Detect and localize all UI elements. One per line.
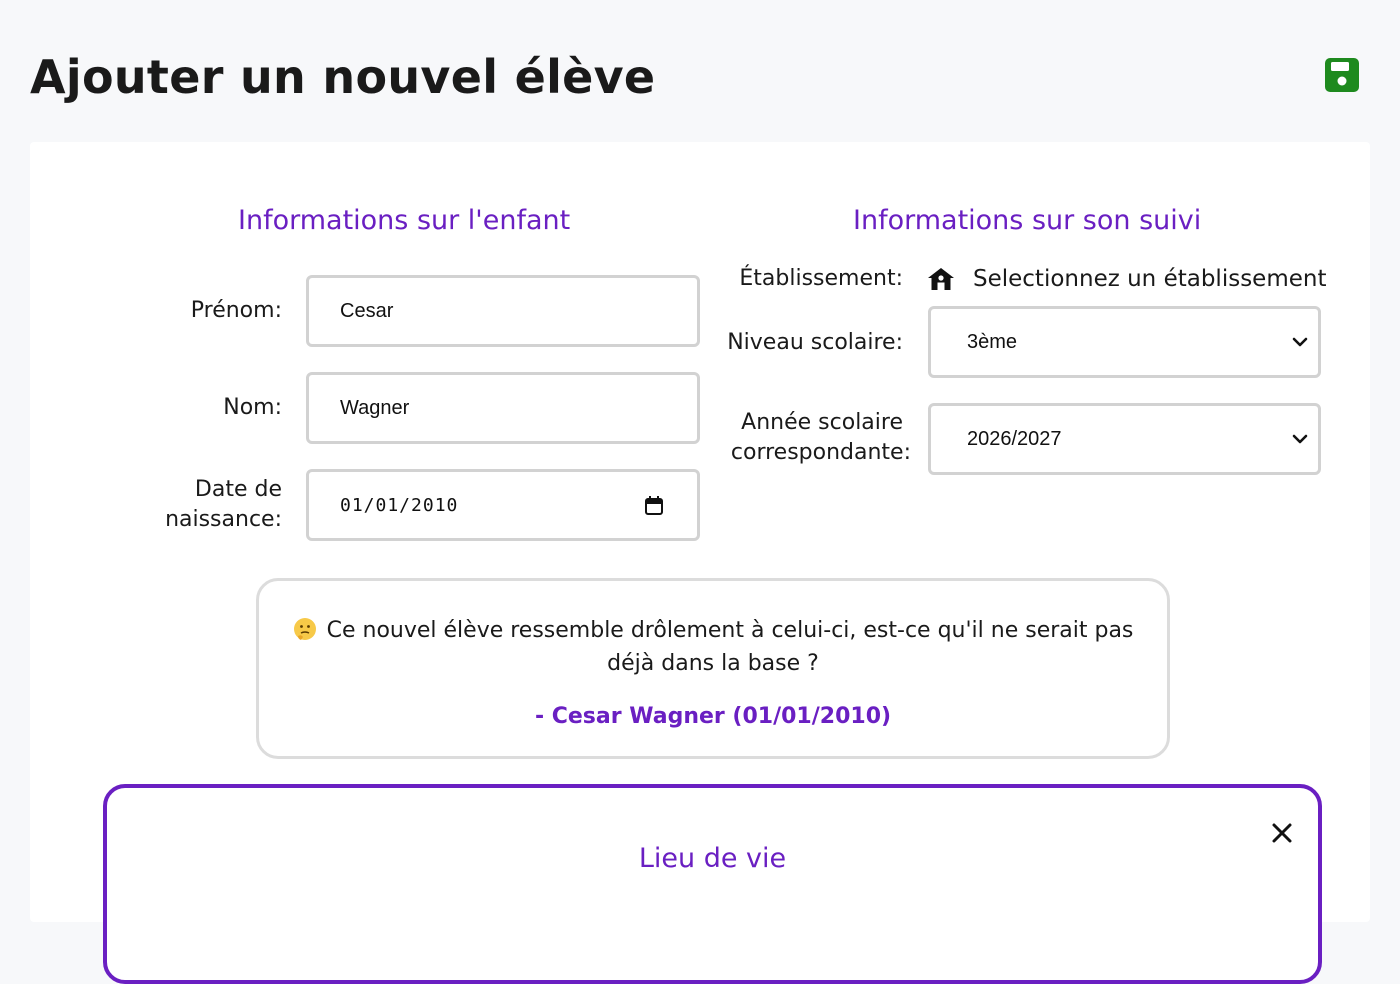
school-selector[interactable]: Selectionnez un établissement (927, 264, 1326, 294)
last-name-input[interactable]: Wagner (306, 372, 700, 444)
birthdate-label-line2: naissance: (165, 507, 282, 532)
lieu-de-vie-panel: Lieu de vie (103, 784, 1322, 984)
thinking-face-icon (293, 618, 316, 640)
child-info-title: Informations sur l'enfant (238, 205, 571, 236)
school-building-icon (928, 268, 954, 290)
chevron-down-icon (1292, 434, 1308, 444)
first-name-value: Cesar (340, 299, 394, 322)
duplicate-warning-message: Ce nouvel élève ressemble drôlement à ce… (326, 618, 1134, 676)
page-title: Ajouter un nouvel élève (30, 50, 656, 104)
level-label: Niveau scolaire: (727, 330, 903, 355)
birthdate-label: Date de naissance: (90, 475, 282, 535)
year-select[interactable]: 2026/2027 (928, 403, 1321, 475)
birthdate-label-line1: Date de (194, 477, 282, 502)
duplicate-warning-text: Ce nouvel élève ressemble drôlement à ce… (289, 614, 1137, 680)
year-label: Année scolaire correspondante: (650, 408, 911, 468)
chevron-down-icon (1292, 337, 1308, 347)
year-label-line2: correspondante: (730, 440, 911, 465)
first-name-label: Prénom: (190, 298, 282, 323)
lieu-de-vie-title: Lieu de vie (638, 843, 787, 874)
birthdate-input[interactable]: 01/01/2010 (306, 469, 700, 541)
last-name-value: Wagner (340, 396, 410, 419)
follow-up-title: Informations sur son suivi (853, 205, 1202, 236)
save-button[interactable] (1325, 58, 1359, 92)
level-value: 3ème (967, 330, 1018, 353)
duplicate-match-link[interactable]: - Cesar Wagner (01/01/2010) (259, 702, 1167, 732)
close-icon[interactable] (1271, 822, 1293, 844)
year-value: 2026/2027 (967, 427, 1062, 450)
year-label-line1: Année scolaire (741, 410, 903, 435)
first-name-input[interactable]: Cesar (306, 275, 700, 347)
calendar-icon[interactable] (645, 495, 663, 515)
level-select[interactable]: 3ème (928, 306, 1321, 378)
school-value: Selectionnez un établissement (973, 266, 1327, 292)
birthdate-value: 01/01/2010 (340, 494, 459, 516)
school-label: Établissement: (739, 266, 903, 291)
duplicate-warning: Ce nouvel élève ressemble drôlement à ce… (256, 578, 1170, 759)
floppy-disk-icon (1325, 58, 1359, 92)
last-name-label: Nom: (223, 395, 282, 420)
